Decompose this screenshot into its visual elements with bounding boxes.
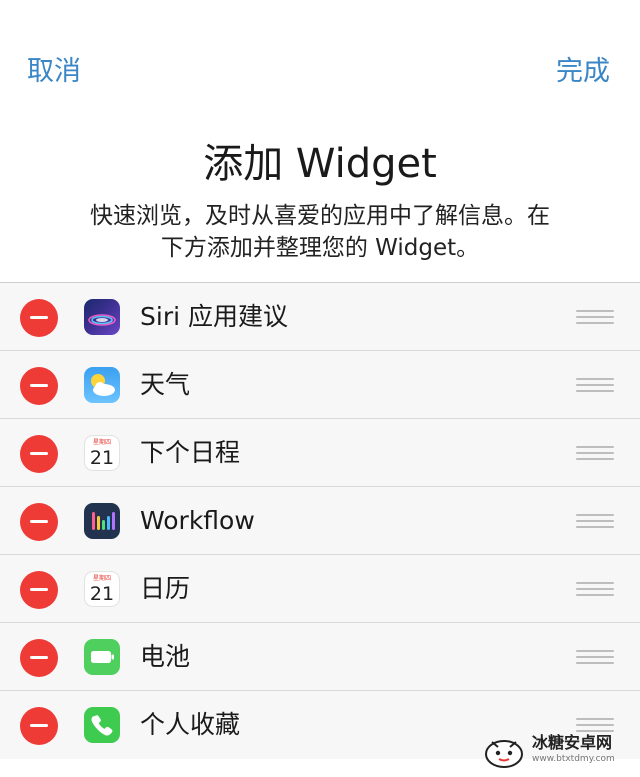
widget-label: 天气	[140, 370, 191, 399]
reorder-handle-icon[interactable]	[576, 582, 614, 596]
workflow-icon	[84, 503, 120, 539]
remove-button[interactable]	[20, 639, 58, 677]
widget-row-siri: Siri 应用建议	[0, 283, 640, 351]
widget-label: 个人收藏	[140, 710, 241, 739]
page-subtitle: 快速浏览，及时从喜爱的应用中了解信息。在 下方添加并整理您的 Widget。	[40, 200, 600, 264]
widget-row-next-event: 星期四 21 下个日程	[0, 419, 640, 487]
subtitle-line-2: 下方添加并整理您的 Widget。	[160, 235, 480, 261]
reorder-handle-icon[interactable]	[576, 310, 614, 324]
page-title: 添加 Widget	[203, 141, 437, 187]
widget-list: Siri 应用建议 天气 星期四 21 下个日程 Workflow 星期四 21…	[0, 282, 640, 759]
remove-button[interactable]	[20, 299, 58, 337]
widget-row-workflow: Workflow	[0, 487, 640, 555]
remove-button[interactable]	[20, 571, 58, 609]
watermark-logo-icon	[485, 740, 523, 768]
reorder-handle-icon[interactable]	[576, 718, 614, 732]
widget-label: Workflow	[140, 506, 255, 535]
widget-row-battery: 电池	[0, 623, 640, 691]
remove-button[interactable]	[20, 707, 58, 745]
calendar-icon: 星期四 21	[84, 571, 120, 607]
site-watermark: 冰糖安卓网 www.btxtdmy.com	[482, 731, 632, 771]
calendar-weekday: 星期四	[92, 439, 111, 446]
battery-icon	[84, 639, 120, 675]
widget-row-calendar: 星期四 21 日历	[0, 555, 640, 623]
navigation-bar: 取消 完成	[0, 0, 640, 120]
weather-icon	[84, 367, 120, 403]
done-button[interactable]: 完成	[556, 52, 610, 92]
reorder-handle-icon[interactable]	[576, 650, 614, 664]
cancel-button[interactable]: 取消	[27, 52, 81, 92]
remove-button[interactable]	[20, 503, 58, 541]
calendar-weekday: 星期四	[92, 575, 111, 582]
remove-button[interactable]	[20, 435, 58, 473]
calendar-date: 21	[89, 447, 115, 469]
siri-icon	[84, 299, 120, 335]
reorder-handle-icon[interactable]	[576, 514, 614, 528]
phone-icon	[84, 707, 120, 743]
calendar-date: 21	[89, 583, 115, 605]
reorder-handle-icon[interactable]	[576, 446, 614, 460]
reorder-handle-icon[interactable]	[576, 378, 614, 392]
widget-label: Siri 应用建议	[140, 302, 288, 331]
watermark-text: 冰糖安卓网	[532, 733, 613, 752]
widget-label: 电池	[140, 642, 191, 671]
subtitle-line-1: 快速浏览，及时从喜爱的应用中了解信息。在	[90, 203, 550, 229]
remove-button[interactable]	[20, 367, 58, 405]
widget-label: 日历	[140, 574, 191, 603]
widget-row-weather: 天气	[0, 351, 640, 419]
calendar-icon: 星期四 21	[84, 435, 120, 471]
watermark-url: www.btxtdmy.com	[532, 754, 615, 764]
widget-label: 下个日程	[140, 438, 241, 467]
